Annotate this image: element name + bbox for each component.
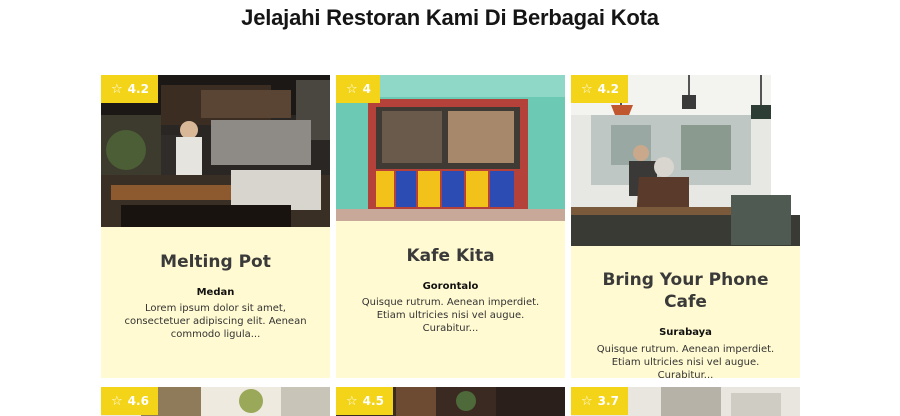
restaurant-card-kafe-kita[interactable]: ☆ 4 Kafe Kita Gorontalo Quisque rutrum. …: [336, 75, 565, 378]
restaurant-name[interactable]: Kafe Kita: [348, 245, 553, 267]
restaurant-name[interactable]: Melting Pot: [113, 251, 318, 273]
star-outline-icon: ☆: [581, 81, 593, 97]
rating-value: 4: [362, 82, 372, 96]
page-title: Jelajahi Restoran Kami Di Berbagai Kota: [241, 5, 659, 30]
restaurant-card[interactable]: ☆ 4.5: [336, 387, 565, 416]
rating-value: 3.7: [597, 394, 619, 408]
star-outline-icon: ☆: [111, 393, 123, 409]
restaurant-card[interactable]: ☆ 4.6: [101, 387, 330, 416]
restaurant-description: Lorem ipsum dolor sit amet, consectetuer…: [124, 303, 307, 340]
rating-badge: ☆ 4.5: [336, 387, 393, 415]
restaurant-city: Surabaya: [659, 327, 712, 338]
restaurant-card-melting-pot[interactable]: ☆ 4.2 Melting Pot Medan Lorem ipsum dolo…: [101, 75, 330, 378]
star-outline-icon: ☆: [581, 393, 593, 409]
rating-value: 4.5: [362, 394, 384, 408]
rating-value: 4.2: [597, 82, 619, 96]
rating-badge: ☆ 4.6: [101, 387, 158, 415]
rating-value: 4.6: [127, 394, 149, 408]
rating-badge: ☆ 3.7: [571, 387, 628, 415]
restaurant-name[interactable]: Bring Your Phone Cafe: [601, 269, 770, 313]
rating-value: 4.2: [127, 82, 149, 96]
rating-badge: ☆ 4.2: [101, 75, 158, 103]
restaurant-description: Quisque rutrum. Aenean imperdiet. Etiam …: [596, 344, 775, 378]
restaurant-card[interactable]: ☆ 3.7: [571, 387, 800, 416]
restaurant-city: Gorontalo: [422, 281, 479, 292]
rating-badge: ☆ 4.2: [571, 75, 628, 103]
restaurant-card-bring-your-phone-cafe[interactable]: ☆ 4.2 Bring Your Phone Cafe Surabaya Qui…: [571, 75, 800, 378]
restaurant-city: Medan: [196, 287, 235, 298]
rating-badge: ☆ 4: [336, 75, 381, 103]
restaurant-description: Quisque rutrum. Aenean imperdiet. Etiam …: [361, 297, 540, 334]
star-outline-icon: ☆: [346, 81, 358, 97]
star-outline-icon: ☆: [111, 81, 123, 97]
star-outline-icon: ☆: [346, 393, 358, 409]
